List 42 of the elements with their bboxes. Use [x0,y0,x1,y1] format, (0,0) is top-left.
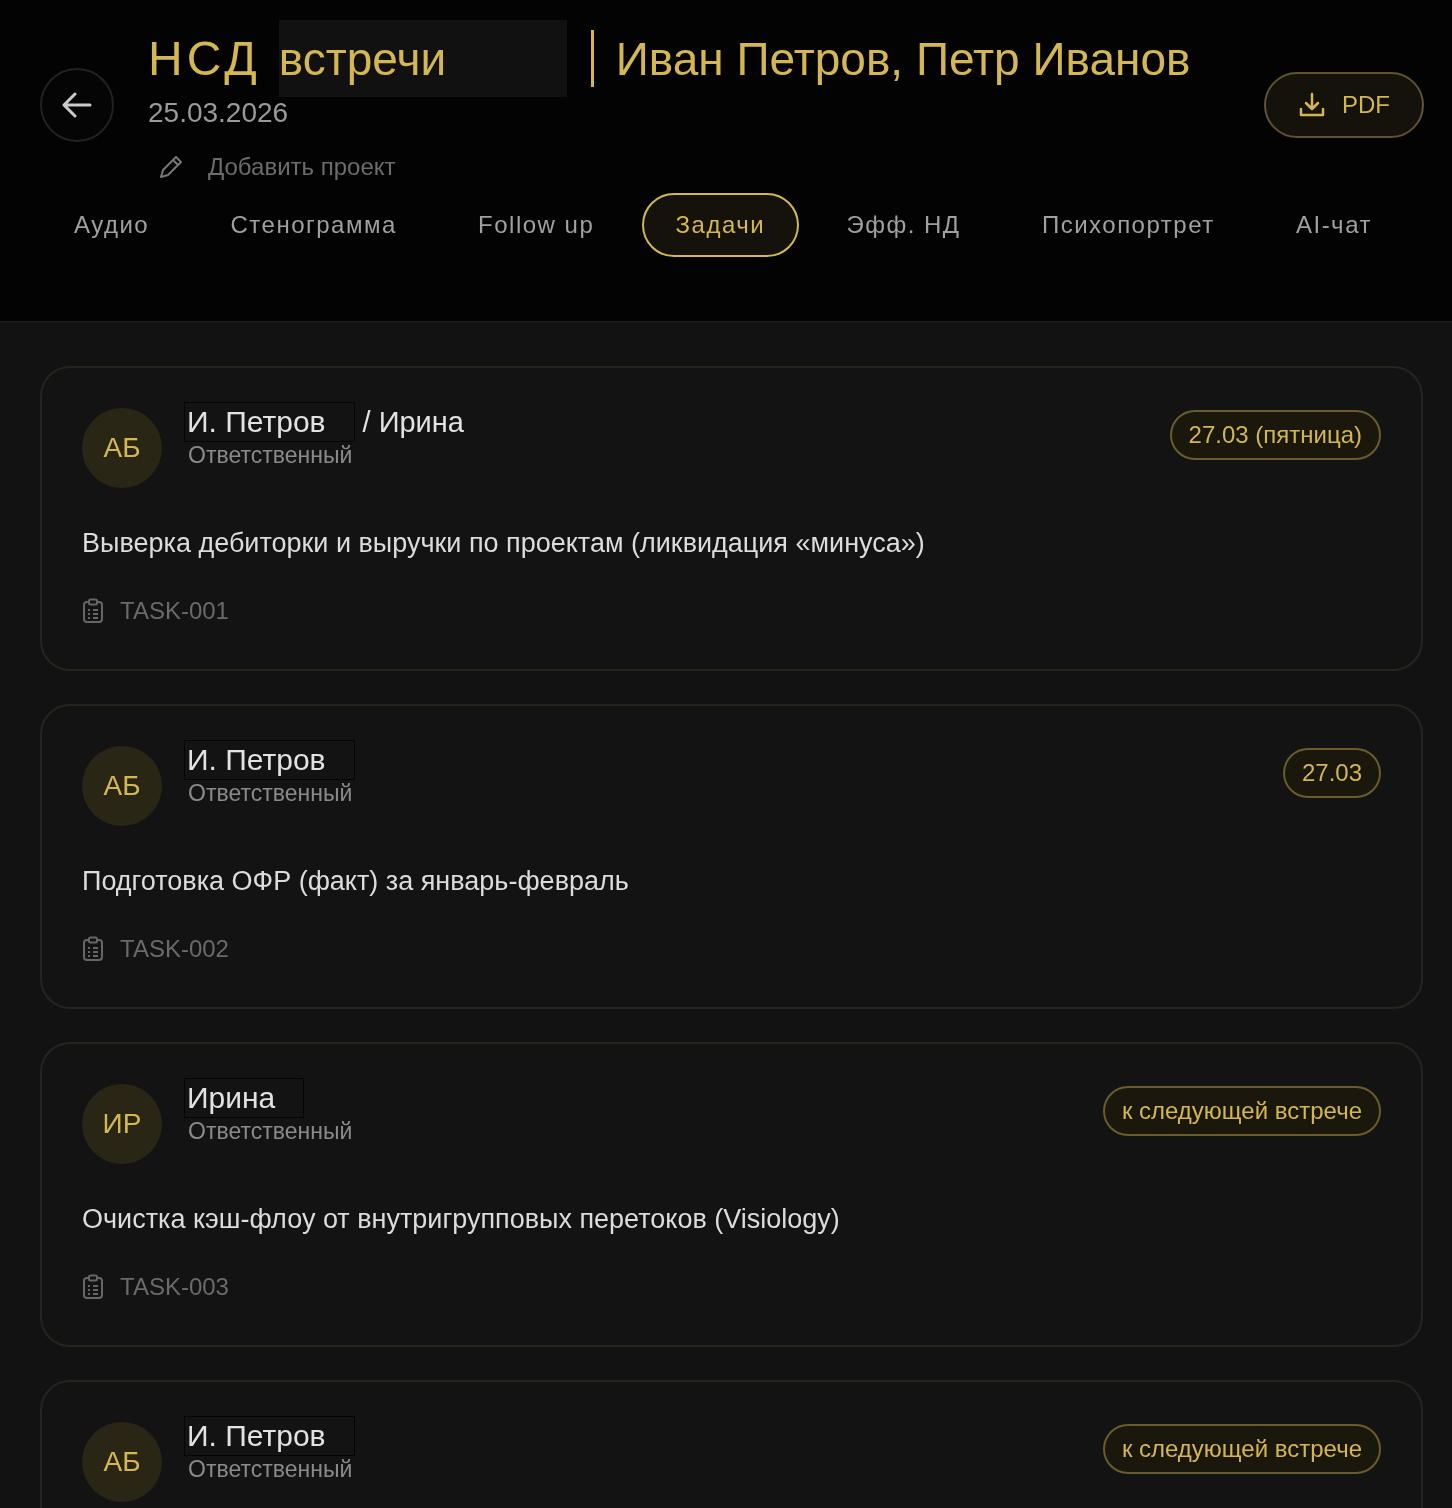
back-arrow-icon [62,92,92,118]
assignee-name: Ирина [184,1078,305,1118]
assignee-name: И. Петров [184,740,355,780]
task-id: TASK-001 [120,597,229,625]
task-id: TASK-002 [120,935,229,963]
due-date-badge: к следующей встрече [1102,1424,1381,1474]
tab[interactable]: Follow up [444,193,629,257]
task-id: TASK-003 [120,1273,229,1301]
avatar: АБ [82,408,162,488]
pdf-button[interactable]: PDF [1264,72,1424,138]
tab[interactable]: Задачи [641,193,800,257]
assignee-name: И. Петров [184,402,355,442]
pencil-icon[interactable] [158,154,184,180]
meeting-date: 25.03.2026 [148,97,290,129]
due-date-badge: 27.03 [1282,748,1381,798]
tab[interactable]: Психопортрет [1007,193,1249,257]
due-date-badge: к следующей встрече [1102,1086,1381,1136]
assignee-name: И. Петров [184,1416,355,1456]
avatar: АБ [82,1422,162,1502]
tab[interactable]: Эфф. НД [812,193,995,257]
task-description: Подготовка ОФР (факт) за январь-февраль [82,866,630,897]
add-project-link[interactable]: Добавить проект [208,153,396,181]
role-label: Ответственный [188,1118,354,1145]
due-date-badge: 27.03 (пятница) [1169,410,1381,460]
task-description: Выверка дебиторки и выручки по проектам (ликвидация «минуса») [82,528,926,559]
role-label: Ответственный [188,442,354,469]
download-icon [1298,91,1326,119]
meeting-title: встречи [278,20,567,97]
avatar: АБ [82,746,162,826]
brand-logo: НСД [148,31,261,86]
clipboard-icon [82,598,104,624]
participants: Иван Петров, Петр Иванов [615,31,1191,86]
tab[interactable]: Аудио [40,193,184,257]
clipboard-icon [82,936,104,962]
tab[interactable]: AI-чат [1261,193,1406,257]
avatar: ИР [82,1084,162,1164]
role-label: Ответственный [188,1456,354,1483]
clipboard-icon [82,1274,104,1300]
tab[interactable]: Стенограмма [196,193,431,257]
task-description: Очистка кэш-флоу от внутригрупповых перетоков (Visiology) [82,1204,841,1235]
co-assignee-name: / Ирина [362,405,464,439]
role-label: Ответственный [188,780,354,807]
